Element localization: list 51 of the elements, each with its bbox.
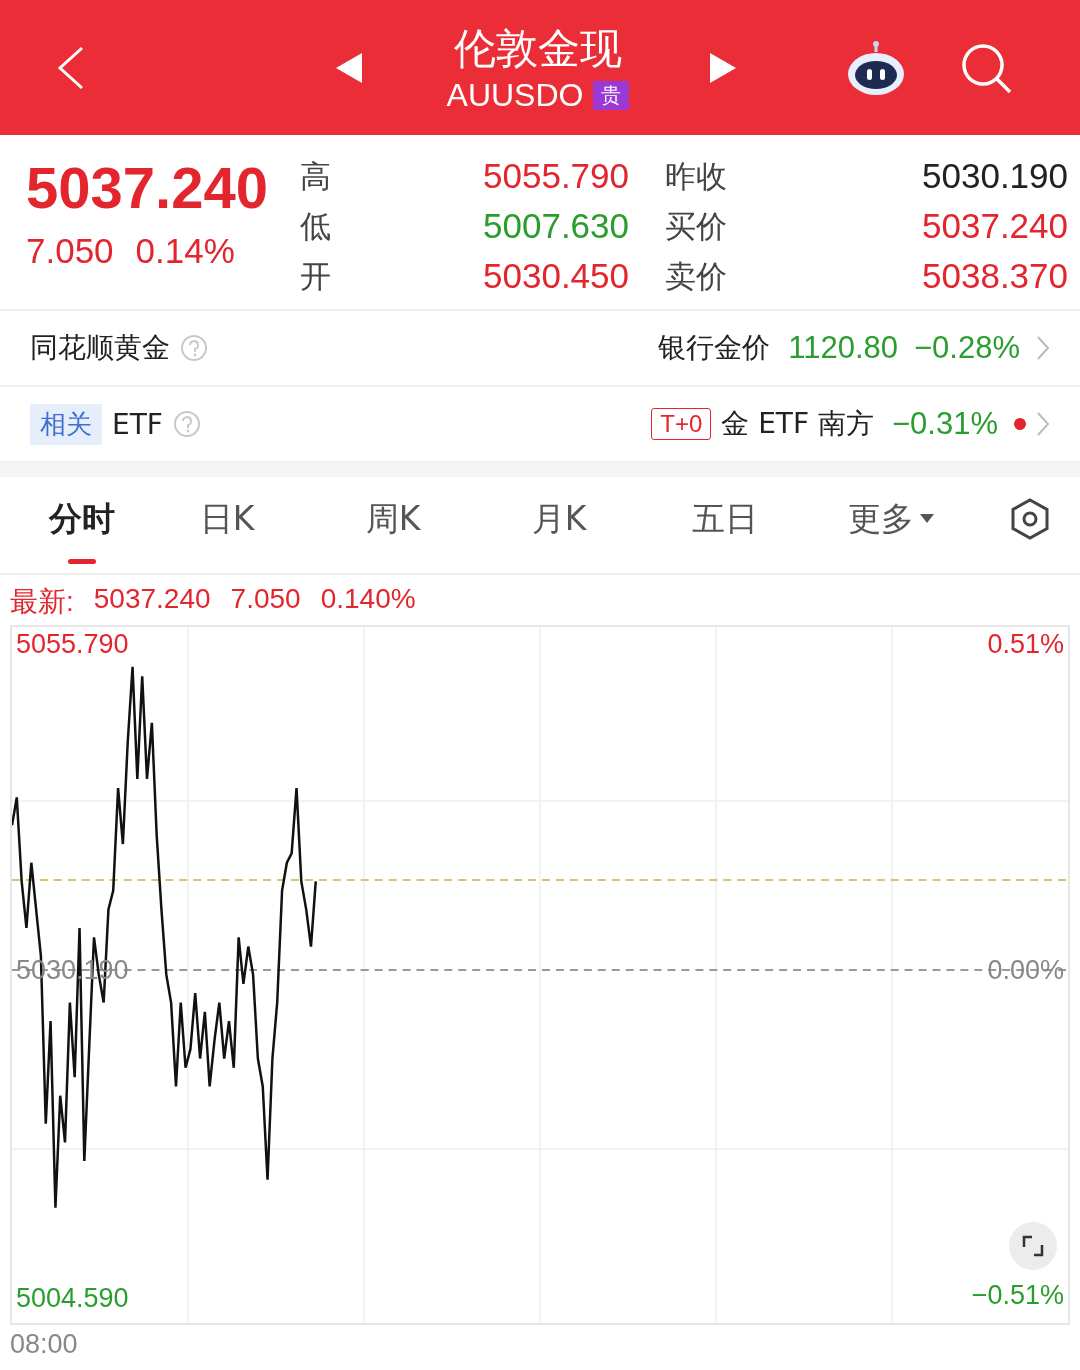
axis-label: 0.51% [987,629,1064,660]
latest-percent: 0.140% [320,583,416,616]
bank-price-change: −0.28% [914,330,1020,366]
fullscreen-icon[interactable] [1008,1221,1058,1271]
category-badge: 贵 [593,81,630,110]
chart-tab[interactable]: 月K [531,497,587,541]
percent-change: 0.14% [135,231,235,271]
axis-label: 5004.590 [16,1283,129,1315]
window-title: 伦敦金现 [454,23,622,75]
stat-value: 5007.630 [482,206,630,246]
back-icon[interactable] [56,45,86,90]
latest-change: 7.050 [230,583,301,616]
chart-tab[interactable]: 周K [365,497,421,541]
status-dot [1014,418,1026,430]
stat-label: 开 [300,257,332,296]
product-name: 同花顺黄金 [30,330,170,366]
stat-value: 5037.240 [921,206,1068,246]
robot-icon[interactable] [846,39,906,96]
tab-indicator [68,559,96,564]
time-label: 08:00 [9,1328,79,1361]
latest-price: 5037.240 [93,583,211,616]
stat-label: 昨收 [665,157,728,196]
stat-label: 买价 [665,207,728,246]
fund-change: −0.31% [892,406,998,442]
axis-label: 5055.790 [16,629,129,660]
next-icon[interactable] [710,52,736,83]
search-icon[interactable] [960,41,1012,94]
chart-tab[interactable]: 五日 [692,497,758,541]
stat-value: 5038.370 [921,256,1068,296]
bank-price-label: 银行金价 [658,330,771,366]
stat-label: 卖价 [665,257,728,296]
axis-label: −0.51% [971,1280,1064,1311]
caret-icon [920,514,934,524]
stat-value: 5030.450 [482,256,630,296]
stat-value: 5055.790 [482,156,630,196]
chart-tab[interactable]: 更多 [848,497,934,541]
previous-icon[interactable] [336,52,362,83]
price-change: 7.050 [26,231,114,271]
stat-label: 低 [300,207,332,246]
etf-label: ETF [112,407,163,441]
chart-tab[interactable]: 分时 [49,497,115,541]
trading-badge: T+0 [651,408,712,440]
stat-label: 高 [300,157,332,196]
stat-value: 5030.190 [921,156,1068,196]
bank-price: 1120.80 [788,330,898,366]
chart-tab[interactable]: 日K [199,497,255,541]
symbol-code: AUUSDO [446,77,584,114]
fund-name: 金 ETF 南方 [721,406,874,442]
latest-label: 最新: [10,585,74,619]
current-price: 5037.240 [26,154,269,222]
related-tag: 相关 [30,403,102,445]
